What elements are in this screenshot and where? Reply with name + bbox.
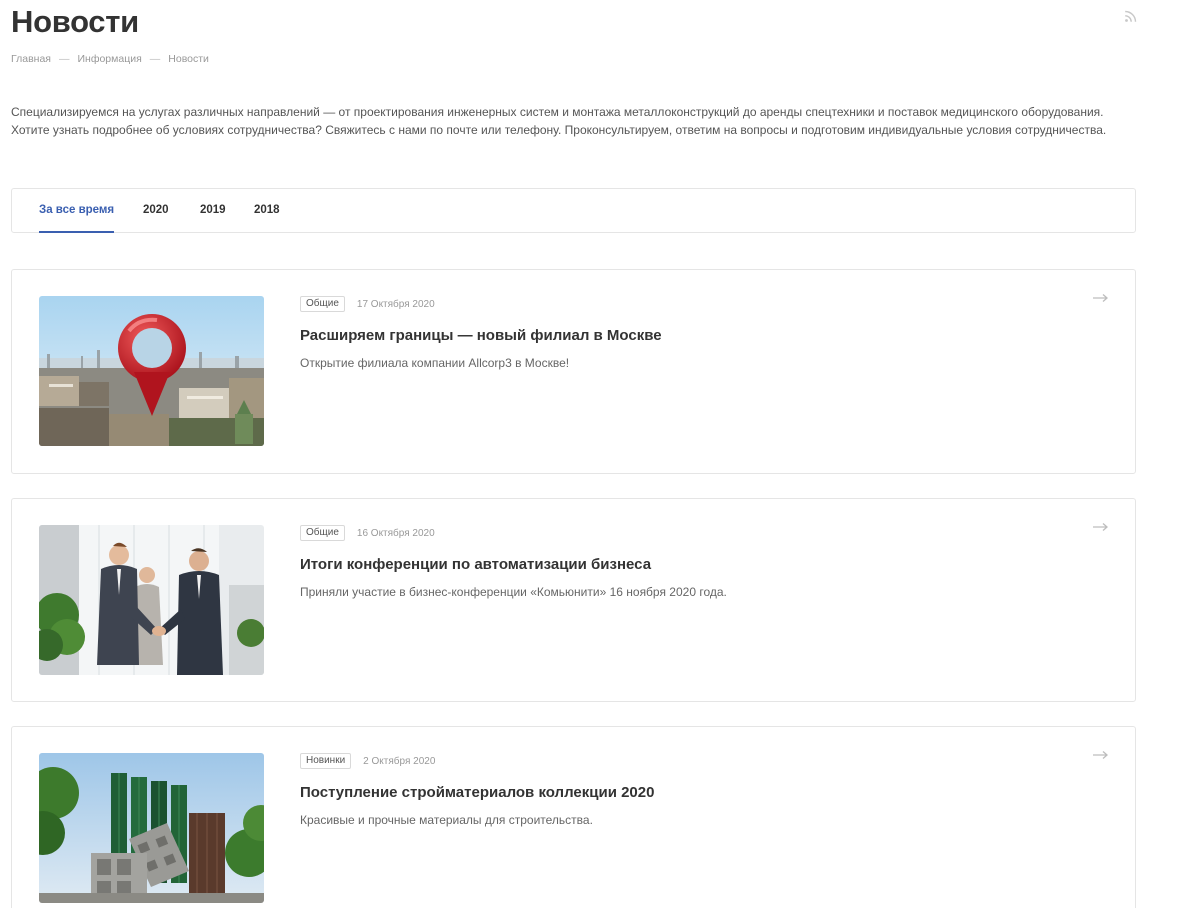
news-image-moscow[interactable]	[39, 296, 264, 446]
news-image-conference[interactable]	[39, 525, 264, 675]
breadcrumb-item-current: Новости	[168, 53, 209, 65]
news-tag[interactable]: Общие	[300, 525, 345, 541]
news-image-materials[interactable]	[39, 753, 264, 903]
news-meta: Общие 16 Октября 2020	[300, 525, 435, 541]
rss-icon[interactable]	[1124, 9, 1138, 23]
intro-text: Специализируемся на услугах различных на…	[11, 105, 1107, 137]
breadcrumb-item-info[interactable]: Информация	[77, 52, 141, 66]
news-meta: Общие 17 Октября 2020	[300, 296, 435, 312]
tab-2019[interactable]: 2019	[200, 189, 226, 233]
tab-all-time[interactable]: За все время	[39, 189, 115, 233]
tab-2020[interactable]: 2020	[143, 189, 169, 233]
breadcrumb-separator: —	[149, 53, 161, 65]
year-tabs: За все время 2020 2019 2018	[11, 188, 1136, 233]
news-card[interactable]: Общие 17 Октября 2020 Расширяем границы …	[11, 269, 1136, 474]
arrow-right-icon[interactable]	[1093, 522, 1109, 532]
news-description: Красивые и прочные материалы для строите…	[300, 813, 593, 827]
breadcrumb-separator: —	[58, 53, 70, 65]
news-date: 17 Октября 2020	[356, 298, 435, 310]
news-title[interactable]: Расширяем границы — новый филиал в Москв…	[300, 326, 662, 346]
news-card[interactable]: Общие 16 Октября 2020 Итоги конференции …	[11, 498, 1136, 702]
news-date: 2 Октября 2020	[363, 755, 436, 767]
tab-2018[interactable]: 2018	[254, 189, 280, 233]
page-title: Новости	[11, 4, 139, 39]
breadcrumb: Главная — Информация — Новости	[11, 52, 209, 66]
breadcrumb-item-home[interactable]: Главная	[11, 52, 51, 66]
news-description: Приняли участие в бизнес-конференции «Ко…	[300, 585, 727, 599]
news-meta: Новинки 2 Октября 2020	[300, 753, 435, 769]
news-date: 16 Октября 2020	[356, 527, 435, 539]
news-card[interactable]: Новинки 2 Октября 2020 Поступление строй…	[11, 726, 1136, 908]
news-title[interactable]: Итоги конференции по автоматизации бизне…	[300, 555, 651, 575]
news-tag[interactable]: Общие	[300, 296, 345, 312]
news-tag[interactable]: Новинки	[300, 753, 352, 769]
news-description: Открытие филиала компании Allcorp3 в Мос…	[300, 356, 570, 370]
news-title[interactable]: Поступление стройматериалов коллекции 20…	[300, 783, 654, 803]
arrow-right-icon[interactable]	[1093, 750, 1109, 760]
arrow-right-icon[interactable]	[1093, 293, 1109, 303]
